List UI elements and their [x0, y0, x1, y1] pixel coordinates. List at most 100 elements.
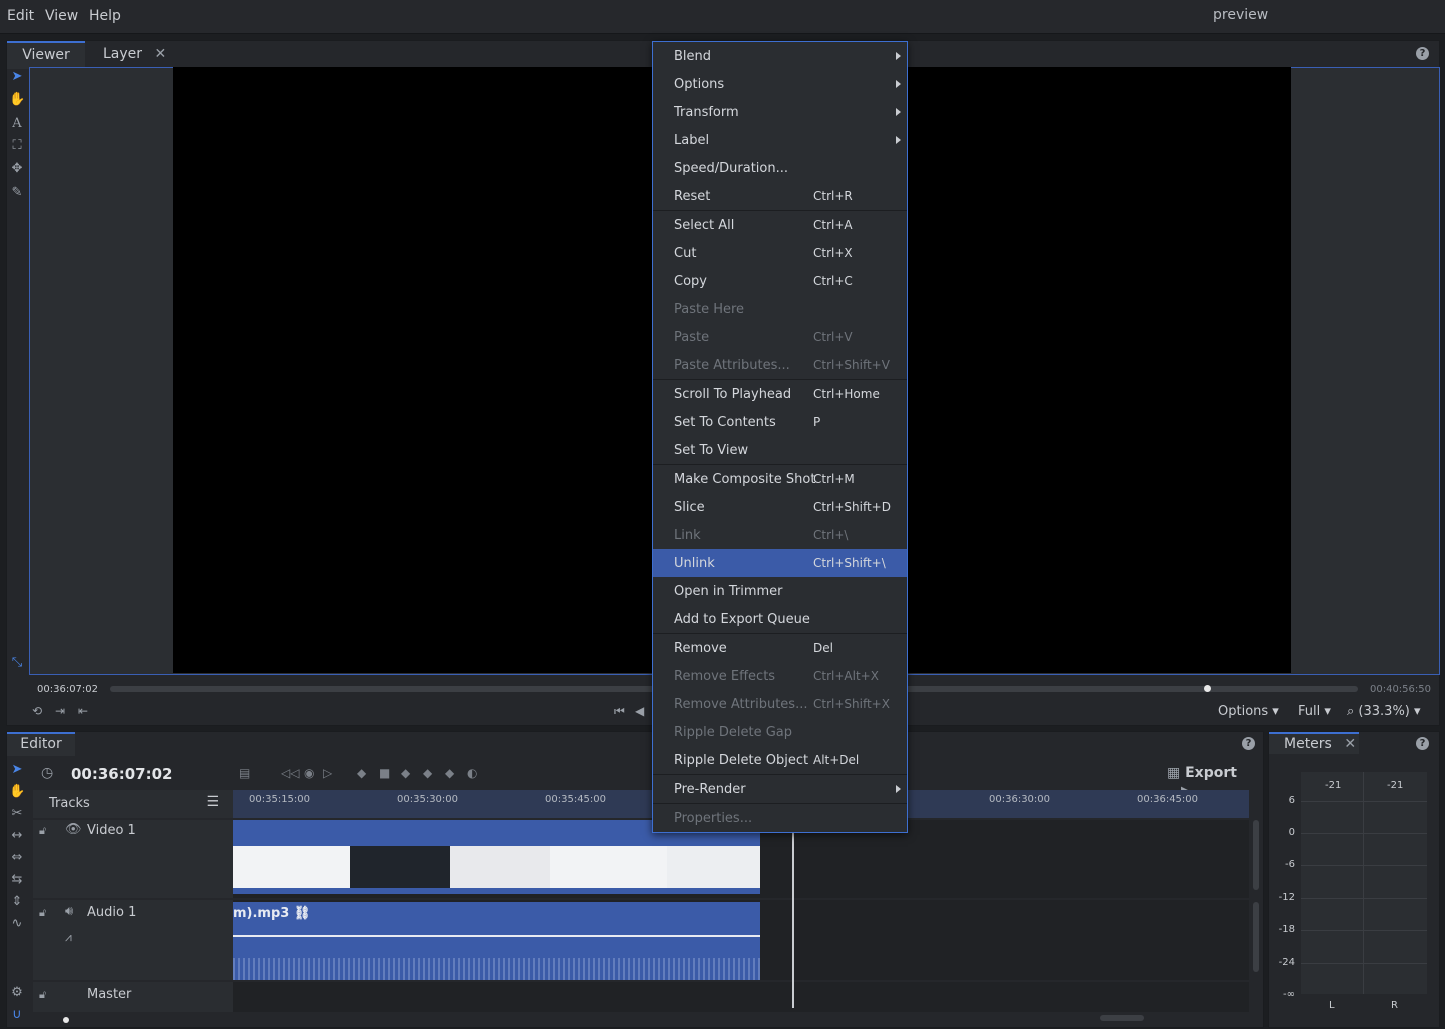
meter-scale-label: 0	[1288, 827, 1295, 838]
track-name: Video 1	[87, 823, 136, 838]
speaker-icon[interactable]: 🔊︎	[65, 904, 73, 919]
menu-item-pre-render[interactable]: Pre-Render	[653, 775, 907, 803]
tab-editor[interactable]: Editor	[7, 732, 75, 756]
menu-item-cut[interactable]: Cut Ctrl+X	[653, 239, 907, 267]
menu-item-set-to-contents[interactable]: Set To Contents P	[653, 408, 907, 436]
zoom-dropdown[interactable]: ⌕ (33.3%) ▾	[1347, 704, 1421, 719]
select-tool-icon[interactable]: ➤	[9, 69, 25, 85]
add-track-icon[interactable]: ▤	[239, 766, 250, 780]
quality-label: Full	[1298, 704, 1321, 719]
go-to-start-icon[interactable]: ⏮	[614, 704, 625, 719]
channel-right: R	[1391, 1000, 1398, 1011]
zoom-slider-handle[interactable]	[63, 1017, 69, 1023]
next-keyframe-icon[interactable]: ▷	[323, 766, 332, 780]
volume-line[interactable]	[233, 935, 760, 937]
marker-icon[interactable]: ◆	[401, 766, 410, 780]
out-point-icon[interactable]: ⇤	[78, 704, 88, 718]
rate-stretch-icon[interactable]: ∿	[9, 916, 25, 932]
menu-item-scroll-to-playhead[interactable]: Scroll To Playhead Ctrl+Home	[653, 380, 907, 408]
menu-item-open-in-trimmer[interactable]: Open in Trimmer	[653, 577, 907, 605]
help-icon[interactable]: ?	[1416, 737, 1429, 750]
menu-item-slice[interactable]: Slice Ctrl+Shift+D	[653, 493, 907, 521]
track-lane-master[interactable]	[233, 982, 1249, 1012]
menu-item-make-composite-shot[interactable]: Make Composite Shot Ctrl+M	[653, 465, 907, 493]
meter-divider	[1363, 772, 1364, 994]
lock-icon[interactable]: 🔓︎	[39, 824, 46, 838]
lock-icon[interactable]: 🔓︎	[39, 988, 46, 1002]
transform-tool-icon[interactable]: ✥	[9, 161, 25, 177]
tab-meters[interactable]: Meters ✕	[1269, 732, 1359, 754]
stop-icon[interactable]: ■	[379, 766, 390, 780]
roll-tool-icon[interactable]: ⇕	[9, 894, 25, 910]
scrollbar[interactable]	[1253, 820, 1259, 890]
slide-tool-icon[interactable]: ⇔	[9, 850, 25, 866]
menu-item-add-to-export-queue[interactable]: Add to Export Queue	[653, 605, 907, 633]
magnet-icon[interactable]: ∪	[9, 1007, 25, 1023]
crop-tool-icon[interactable]: ⛶	[9, 138, 25, 154]
marker-icon[interactable]: ◆	[357, 766, 366, 780]
waveform-icon[interactable]: ⩘	[65, 930, 72, 945]
menu-item-shortcut: Ctrl+Alt+X	[813, 669, 879, 683]
menu-item-ripple-delete-object[interactable]: Ripple Delete Object Alt+Del	[653, 746, 907, 774]
select-tool-icon[interactable]: ➤	[9, 762, 25, 778]
audio-clip[interactable]: m).mp3 ⛓	[233, 902, 760, 980]
menu-item-blend[interactable]: Blend	[653, 42, 907, 70]
keyframe-icon[interactable]: ◉	[304, 766, 314, 780]
menu-item-label: Ripple Delete Object	[674, 753, 809, 768]
menu-item-speed-duration[interactable]: Speed/Duration...	[653, 154, 907, 182]
lock-icon[interactable]: 🔓︎	[39, 906, 46, 920]
menu-view[interactable]: View	[45, 8, 78, 24]
menu-icon[interactable]: ☰	[206, 794, 219, 810]
pen-tool-icon[interactable]: ✎	[9, 185, 25, 201]
quality-dropdown[interactable]: Full ▾	[1298, 704, 1331, 719]
menu-help[interactable]: Help	[89, 8, 121, 24]
film-icon: ▦	[1167, 765, 1181, 781]
ripple-tool-icon[interactable]: ⇆	[9, 872, 25, 888]
menu-item-label: Cut	[674, 246, 697, 261]
help-icon[interactable]: ?	[1416, 47, 1429, 60]
marker-icon[interactable]: ◐	[467, 766, 477, 780]
help-icon[interactable]: ?	[1242, 737, 1255, 750]
close-icon[interactable]: ✕	[155, 46, 167, 62]
tab-layer[interactable]: Layer ✕	[103, 41, 166, 67]
marker-icon[interactable]: ◆	[445, 766, 454, 780]
marker-icon[interactable]: ◆	[423, 766, 432, 780]
track-name: Audio 1	[87, 905, 137, 920]
hand-tool-icon[interactable]: ✋	[9, 92, 25, 108]
hand-tool-icon[interactable]: ✋	[9, 784, 25, 800]
menu-edit[interactable]: Edit	[7, 8, 34, 24]
loop-icon[interactable]: ⟲	[32, 704, 42, 718]
gear-icon[interactable]: ⚙	[9, 985, 25, 1001]
menu-item-transform[interactable]: Transform	[653, 98, 907, 126]
step-back-icon[interactable]: ◀	[635, 704, 644, 718]
menu-item-options[interactable]: Options	[653, 70, 907, 98]
options-dropdown[interactable]: Options ▾	[1218, 704, 1279, 719]
menu-item-reset[interactable]: Reset Ctrl+R	[653, 182, 907, 210]
menu-item-copy[interactable]: Copy Ctrl+C	[653, 267, 907, 295]
snap-icon[interactable]: ⤡	[9, 655, 25, 671]
menu-item-shortcut: P	[813, 415, 821, 429]
menu-item-unlink[interactable]: Unlink Ctrl+Shift+\	[653, 549, 907, 577]
menu-item-remove[interactable]: Remove Del	[653, 634, 907, 662]
horizontal-scrollbar[interactable]	[1100, 1015, 1144, 1021]
prev-keyframe-icon[interactable]: ◁◁	[281, 766, 299, 780]
menu-item-label: Set To Contents	[674, 415, 776, 430]
menu-item-set-to-view[interactable]: Set To View	[653, 436, 907, 464]
text-tool-icon[interactable]: A	[9, 116, 25, 132]
menu-item-label: Options	[674, 77, 725, 92]
track-lane-audio[interactable]: m).mp3 ⛓	[233, 900, 1249, 980]
tab-viewer[interactable]: Viewer	[7, 41, 85, 69]
scrollbar[interactable]	[1253, 902, 1259, 972]
editor-timecode[interactable]: 00:36:07:02	[71, 765, 173, 783]
eye-icon[interactable]: 👁︎	[65, 822, 82, 837]
in-point-icon[interactable]: ⇥	[55, 704, 65, 718]
close-icon[interactable]: ✕	[1344, 736, 1356, 752]
slip-tool-icon[interactable]: ↔	[9, 828, 25, 844]
playhead-line[interactable]	[792, 820, 794, 1008]
menu-item-select-all[interactable]: Select All Ctrl+A	[653, 211, 907, 239]
menu-item-label[interactable]: Label	[653, 126, 907, 154]
razor-tool-icon[interactable]: ✂	[9, 806, 25, 822]
scrub-handle[interactable]	[1204, 685, 1211, 692]
peak-left: -21	[1325, 780, 1342, 791]
editor-panel: Editor ? ➤ ✋ ✂ ↔ ⇔ ⇆ ⇕ ∿ ⚙ ∪ ◷ 00:36:07:…	[6, 731, 1264, 1028]
